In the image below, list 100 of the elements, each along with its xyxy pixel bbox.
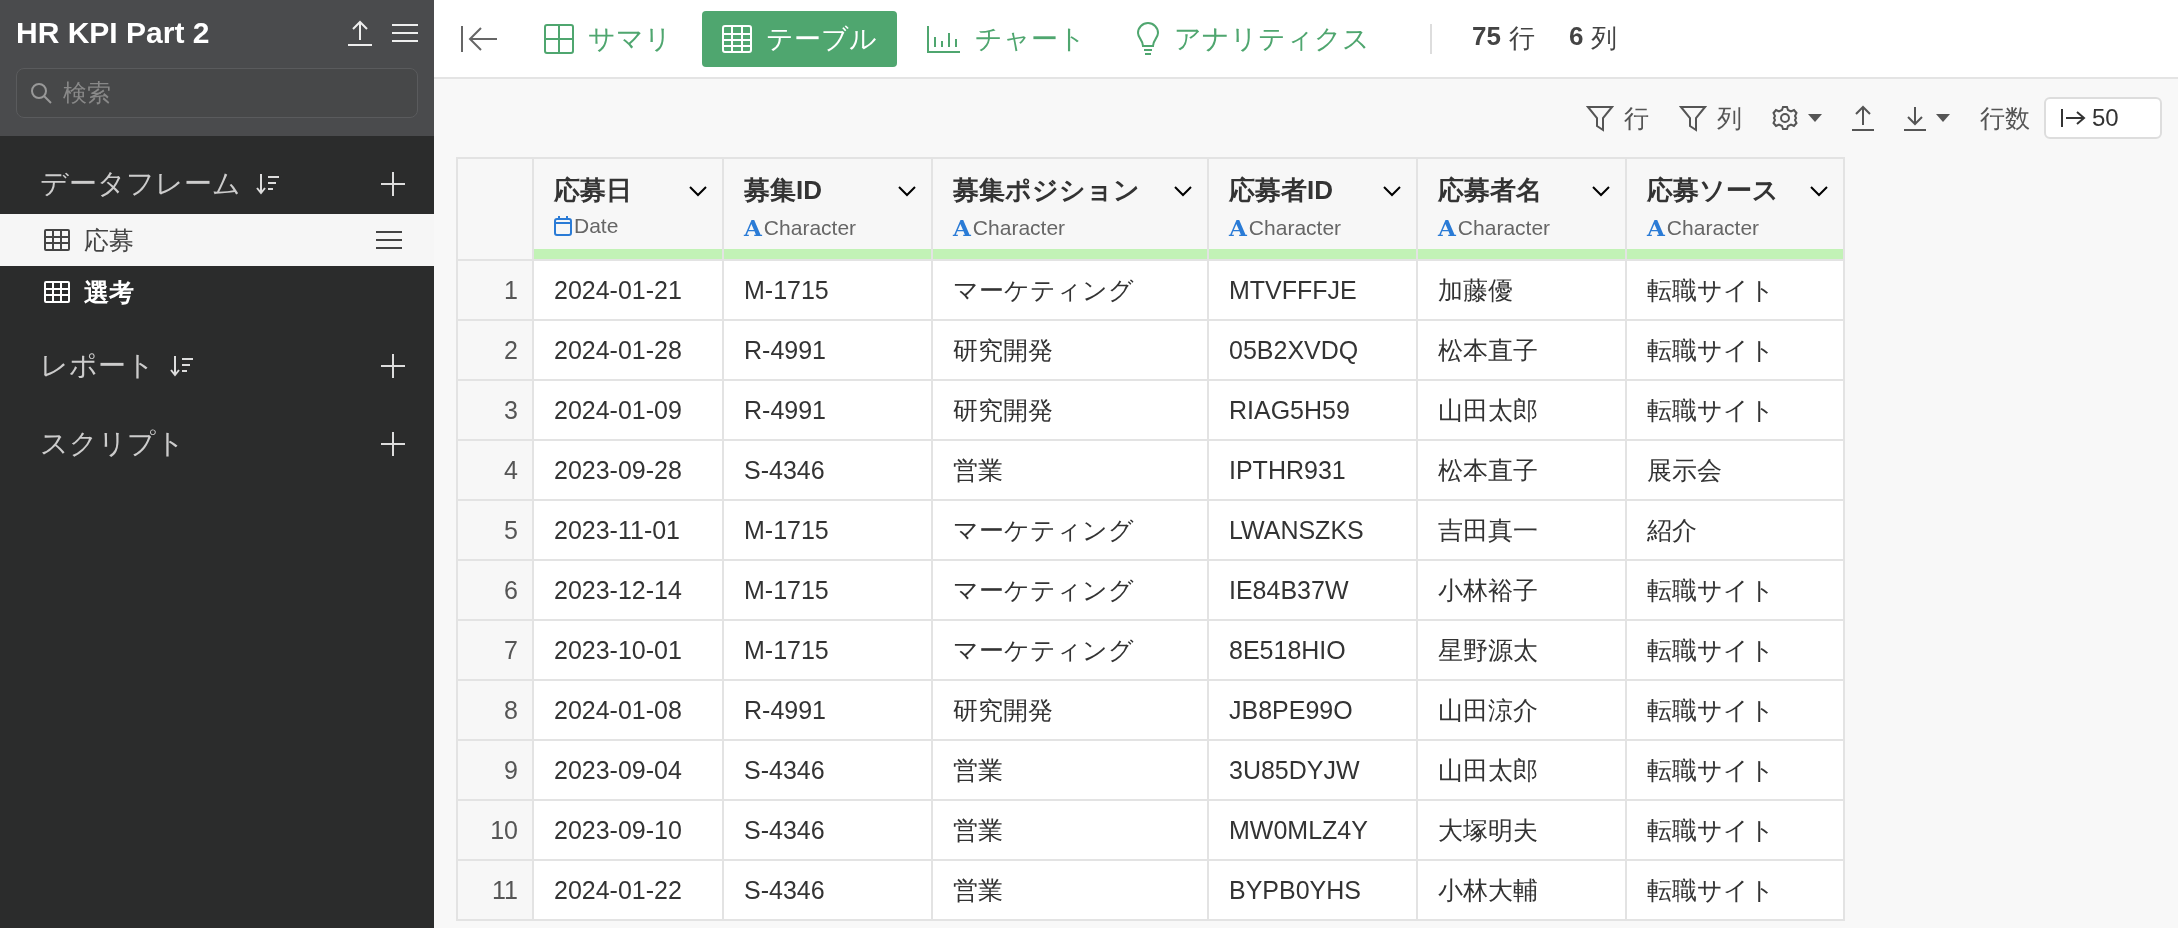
column-header: 応募者ID — [1229, 174, 1334, 207]
table-icon — [722, 24, 752, 53]
dataframe-item[interactable]: 応募 — [0, 214, 434, 266]
row-number: 4 — [457, 440, 533, 500]
dataframe-item[interactable]: 選考 — [0, 266, 434, 318]
section-title: スクリプト — [40, 427, 185, 461]
table-cell: 松本直子 — [1417, 440, 1626, 500]
table-cell: 松本直子 — [1417, 320, 1626, 380]
sort-icon — [255, 172, 281, 196]
add-button[interactable] — [380, 431, 406, 457]
table-cell: 転職サイト — [1626, 380, 1844, 440]
column-type: Character — [1666, 215, 1760, 240]
chevron-icon — [688, 184, 708, 197]
table-cell: 営業 — [932, 860, 1208, 920]
row-count-field[interactable]: 50 — [2044, 97, 2162, 139]
upload-icon — [348, 20, 372, 46]
table-cell: マーケティング — [932, 260, 1208, 320]
table-cell: 2024-01-28 — [533, 320, 723, 380]
settings-button[interactable] — [1772, 105, 1822, 131]
menu-icon — [376, 230, 402, 250]
grid-icon — [544, 23, 574, 54]
filter-icon — [1586, 104, 1614, 132]
export-button[interactable] — [1852, 105, 1874, 131]
table-cell: S-4346 — [723, 440, 932, 500]
text-type-icon: A — [744, 214, 762, 241]
row-number: 2 — [457, 320, 533, 380]
table-cell: BYPB0YHS — [1208, 860, 1417, 920]
menu-button[interactable] — [392, 23, 418, 43]
text-type-icon: A — [1647, 214, 1665, 241]
add-button[interactable] — [380, 171, 406, 197]
column-header: 応募者名 — [1438, 174, 1543, 207]
table-cell: M-1715 — [723, 260, 932, 320]
download-button[interactable] — [1904, 105, 1950, 131]
table-cell: 2024-01-08 — [533, 680, 723, 740]
table-cell: S-4346 — [723, 860, 932, 920]
table-cell: 転職サイト — [1626, 320, 1844, 380]
table-cell: 転職サイト — [1626, 800, 1844, 860]
table-cell: 転職サイト — [1626, 740, 1844, 800]
row-number: 6 — [457, 560, 533, 620]
table-icon — [44, 281, 70, 303]
table-cell: 山田涼介 — [1417, 680, 1626, 740]
table-cell: 2023-10-01 — [533, 620, 723, 680]
column-type: Character — [1248, 215, 1342, 240]
table-cell: 2024-01-09 — [533, 380, 723, 440]
column-type: Date — [574, 214, 619, 238]
table-cell: 研究開発 — [932, 680, 1208, 740]
calendar-icon — [554, 216, 572, 236]
add-button[interactable] — [380, 353, 406, 379]
table-cell: 展示会 — [1626, 440, 1844, 500]
table-cell: MTVFFFJE — [1208, 260, 1417, 320]
column-type: Character — [1457, 215, 1551, 240]
table-cell: マーケティング — [932, 560, 1208, 620]
row-filter-button[interactable]: 行 — [1586, 101, 1649, 135]
column-filter-button[interactable]: 列 — [1679, 101, 1742, 135]
column-type: Character — [763, 215, 857, 240]
row-number: 5 — [457, 500, 533, 560]
table-cell: マーケティング — [932, 620, 1208, 680]
upload-button[interactable] — [348, 20, 372, 46]
table-cell: 2023-09-04 — [533, 740, 723, 800]
collapse-icon — [460, 23, 498, 54]
table-cell: 山田太郎 — [1417, 740, 1626, 800]
sort-icon — [169, 354, 195, 378]
text-type-icon: A — [1229, 214, 1247, 241]
row-number: 9 — [457, 740, 533, 800]
table-cell: 研究開発 — [932, 320, 1208, 380]
table-cell: M-1715 — [723, 620, 932, 680]
table-cell: 営業 — [932, 800, 1208, 860]
row-number: 11 — [457, 860, 533, 920]
filter-icon — [1679, 104, 1707, 132]
plus-icon — [380, 171, 406, 197]
plus-icon — [380, 431, 406, 457]
bar-chart-icon — [927, 24, 961, 53]
row-number: 1 — [457, 260, 533, 320]
section-title: レポート — [40, 349, 155, 383]
chevron-icon — [1809, 184, 1829, 197]
table-cell: 2024-01-22 — [533, 860, 723, 920]
column-type: Character — [972, 215, 1066, 240]
table-cell: 星野源太 — [1417, 620, 1626, 680]
sort-button[interactable] — [255, 172, 281, 196]
column-header: 応募ソース — [1647, 174, 1780, 207]
count-label: 6 列 — [1568, 21, 1618, 55]
sort-button[interactable] — [169, 354, 195, 378]
search-field[interactable]: 検索 — [16, 68, 418, 118]
table-cell: IE84B37W — [1208, 560, 1417, 620]
download-icon — [1904, 105, 1926, 131]
gear-icon — [1772, 105, 1798, 131]
count-label: 75 行 — [1472, 21, 1535, 55]
row-number: 7 — [457, 620, 533, 680]
lightbulb-icon — [1136, 21, 1160, 56]
chevron-icon — [1591, 184, 1611, 197]
table-cell: マーケティング — [932, 500, 1208, 560]
table-cell: 転職サイト — [1626, 260, 1844, 320]
row-number: 8 — [457, 680, 533, 740]
table-cell: 転職サイト — [1626, 860, 1844, 920]
table-cell: 転職サイト — [1626, 560, 1844, 620]
table-cell: LWANSZKS — [1208, 500, 1417, 560]
table-cell: 05B2XVDQ — [1208, 320, 1417, 380]
table-cell: 吉田真一 — [1417, 500, 1626, 560]
table-cell: 営業 — [932, 740, 1208, 800]
menu-icon — [392, 23, 418, 43]
